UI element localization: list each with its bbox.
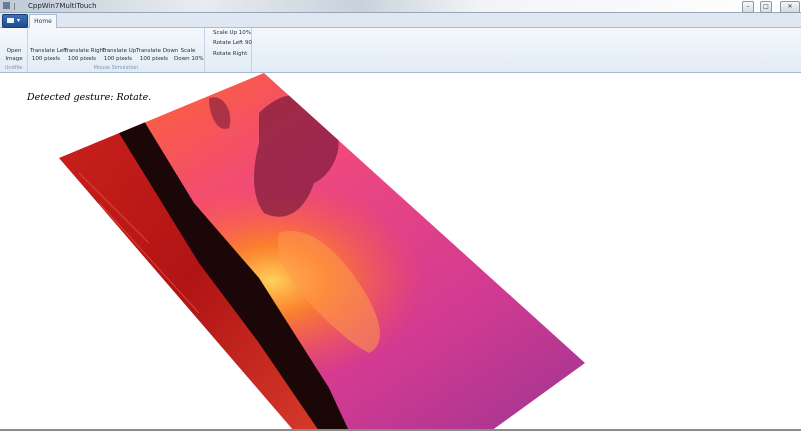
scale-down-label-1: Scale	[180, 48, 196, 54]
ribbon-group-scale-rotate: Scale Up 10% Rotate Left 90 Rotate Right	[205, 28, 252, 72]
scale-down-label-2: Down 10%	[174, 56, 204, 62]
rotated-sunset-image[interactable]	[59, 73, 604, 431]
translate-up-label-1: Translate Up	[102, 48, 137, 54]
translate-right-label-1: Translate Right	[64, 48, 106, 54]
translate-up-label-2: 100 pixels	[103, 56, 133, 62]
ribbon-group-label: Undfile	[4, 65, 23, 71]
open-image-label-2: Image	[5, 56, 23, 62]
ribbon-group-label: Mouse Simulation	[93, 65, 139, 71]
translate-down-label-2: 100 pixels	[139, 56, 169, 62]
title-bar: CppWin7MultiTouch – □ ✕	[0, 0, 801, 13]
rotate-left-button[interactable]: Rotate Left 90	[213, 39, 252, 47]
open-image-label-1: Open	[6, 48, 22, 54]
translate-down-button[interactable]: Translate Down 100 pixels	[136, 47, 179, 63]
translate-left-label-1: Translate Left	[30, 48, 68, 54]
translate-right-label-2: 100 pixels	[67, 56, 97, 62]
ribbon-tab-row: ▾ Home	[0, 13, 801, 28]
minimize-button[interactable]: –	[742, 1, 754, 13]
ribbon-group-file: Open Image Undfile	[0, 28, 28, 72]
chevron-down-icon: ▾	[17, 17, 21, 24]
ribbon-group-mouse-simulation: Translate Left 100 pixels Translate Righ…	[28, 28, 205, 72]
translate-left-button[interactable]: Translate Left 100 pixels	[30, 47, 68, 63]
close-button[interactable]: ✕	[780, 1, 800, 13]
ribbon: Open Image Undfile Translate Left 100 pi…	[0, 28, 801, 73]
application-menu-button[interactable]: ▾	[2, 14, 28, 28]
tab-home[interactable]: Home	[29, 14, 57, 28]
scale-down-button[interactable]: Scale Down 10%	[174, 47, 204, 63]
translate-down-label-1: Translate Down	[136, 48, 179, 54]
application-menu-icon	[7, 18, 14, 23]
translate-left-label-2: 100 pixels	[31, 56, 61, 62]
scale-up-button[interactable]: Scale Up 10%	[213, 29, 251, 37]
open-image-button[interactable]: Open Image	[3, 47, 25, 63]
quick-access-separator	[14, 3, 15, 10]
app-icon[interactable]	[3, 2, 10, 9]
rotate-right-button[interactable]: Rotate Right	[213, 50, 247, 58]
maximize-button[interactable]: □	[760, 1, 772, 13]
window-title: CppWin7MultiTouch	[28, 2, 97, 10]
translate-up-button[interactable]: Translate Up 100 pixels	[102, 47, 137, 63]
translate-right-button[interactable]: Translate Right 100 pixels	[64, 47, 106, 63]
